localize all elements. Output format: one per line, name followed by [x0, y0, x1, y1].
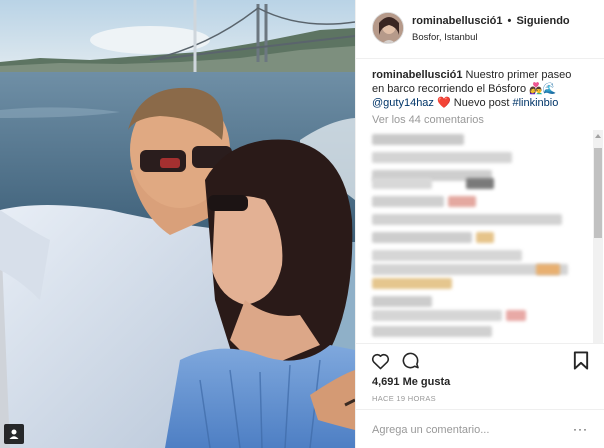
following-button[interactable]: Siguiendo [516, 15, 569, 27]
post-header: rominabellusció1 • Siguiendo Bosfor, Ist… [356, 0, 604, 59]
view-all-comments-link[interactable]: Ver los 44 comentarios [372, 114, 484, 126]
save-button[interactable] [571, 351, 591, 375]
blurred-comment [476, 232, 494, 243]
like-button[interactable] [370, 353, 390, 373]
blurred-comment [372, 232, 472, 243]
post-side-panel: rominabellusció1 • Siguiendo Bosfor, Ist… [355, 0, 604, 448]
post-timestamp[interactable]: HACE 19 HORAS [372, 394, 436, 403]
header-location[interactable]: Bosfor, Istanbul [412, 32, 477, 43]
caption-text-2: Nuevo post [453, 97, 510, 109]
speech-bubble-icon [401, 351, 420, 375]
blurred-comment [372, 196, 444, 207]
blurred-comment [372, 296, 432, 307]
comment-button[interactable] [400, 351, 420, 375]
blurred-comment [372, 214, 562, 225]
blurred-comment [372, 178, 432, 189]
blurred-comment [372, 278, 452, 289]
bookmark-icon [573, 351, 589, 375]
blurred-comment [372, 134, 464, 145]
blurred-comment [372, 326, 492, 337]
header-username[interactable]: rominabellusció1 [412, 15, 502, 27]
person-icon [8, 428, 20, 440]
caption-username[interactable]: rominabellusció1 [372, 69, 462, 81]
heart-outline-icon [371, 352, 390, 375]
scroll-up-arrow-icon[interactable] [595, 134, 601, 138]
likes-count[interactable]: 4,691 Me gusta [372, 376, 450, 388]
comments-area: rominabellusció1 Nuestro primer paseo en… [356, 60, 604, 343]
blurred-comment [506, 310, 526, 321]
blurred-comment [536, 264, 560, 275]
photo-illustration [0, 0, 355, 448]
more-options-button[interactable]: ··· [573, 422, 588, 436]
caption-heart: ❤️ [437, 97, 451, 109]
scroll-thumb[interactable] [594, 148, 602, 238]
header-separator: • [507, 15, 512, 27]
comments-scrollbar[interactable] [593, 130, 603, 343]
avatar[interactable] [372, 12, 404, 44]
add-comment-input[interactable]: Agrega un comentario... [372, 424, 489, 436]
blurred-comment [466, 178, 494, 189]
caption-mention[interactable]: @guty14haz [372, 97, 434, 109]
post-photo[interactable] [0, 0, 355, 448]
blurred-comment [372, 250, 522, 261]
header-user-line: rominabellusció1 • Siguiendo [412, 15, 570, 27]
blurred-comment [372, 152, 512, 163]
tag-person-button[interactable] [4, 424, 24, 444]
caption-emoji: 👩‍❤️‍👨🌊 [529, 83, 557, 95]
post-caption: rominabellusció1 Nuestro primer paseo en… [372, 68, 572, 110]
caption-hashtag[interactable]: #linkinbio [512, 97, 558, 109]
blurred-comment [448, 196, 476, 207]
blurred-comment [372, 310, 502, 321]
add-comment-section: Agrega un comentario... ··· [356, 409, 604, 448]
